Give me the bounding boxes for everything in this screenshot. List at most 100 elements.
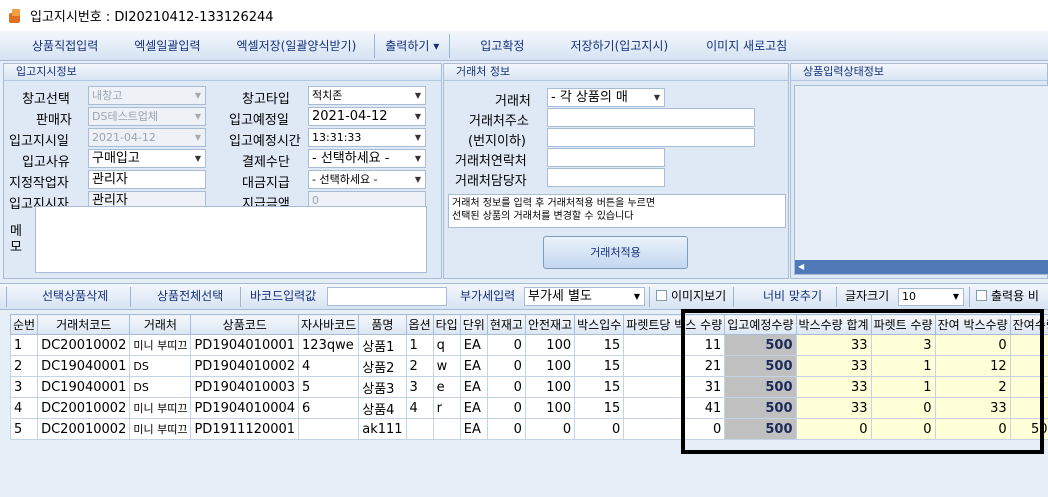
vendor-address-field[interactable] (547, 108, 755, 127)
table-cell[interactable]: 4 (405, 397, 434, 419)
table-cell[interactable]: 4 (9, 397, 39, 419)
table-cell[interactable]: 0 (623, 418, 726, 440)
horizontal-scrollbar[interactable]: ◀ (795, 260, 1048, 274)
table-cell[interactable]: 1 (405, 334, 434, 356)
table-cell[interactable]: 미니 부띠끄 (129, 397, 192, 419)
refresh-images-button[interactable]: 이미지 새로고침 (686, 31, 805, 61)
column-header[interactable]: 타입 (432, 314, 461, 335)
table-cell[interactable]: EA (459, 376, 488, 398)
warehouse-select-dropdown[interactable]: 내창고 ▼ (88, 86, 206, 105)
column-header[interactable]: 자사바코드 (298, 314, 360, 335)
apply-vendor-button[interactable]: 거래처적용 (543, 236, 688, 269)
table-cell[interactable] (298, 418, 360, 440)
vendor-manager-field[interactable] (547, 168, 665, 187)
table-cell[interactable]: 500 (724, 397, 797, 419)
vendor-contact-field[interactable] (547, 148, 665, 167)
table-cell[interactable]: 33 (934, 397, 1011, 419)
table-cell[interactable]: 500 (724, 355, 797, 377)
table-cell[interactable]: 5 (298, 376, 360, 398)
table-cell[interactable]: 12 (934, 355, 1011, 377)
table-cell[interactable]: 0 (486, 418, 526, 440)
reason-dropdown[interactable]: 구매입고 ▼ (88, 149, 206, 168)
table-cell[interactable]: 100 (524, 397, 576, 419)
table-cell[interactable]: 33 (795, 355, 872, 377)
table-cell[interactable]: PD1904010003 (190, 376, 300, 398)
table-cell[interactable]: 0 (486, 376, 526, 398)
table-cell[interactable]: DC19040001 (37, 376, 131, 398)
table-cell[interactable]: 0 (486, 334, 526, 356)
table-cell[interactable]: 0 (574, 418, 625, 440)
memo-textarea[interactable] (35, 206, 427, 273)
column-header[interactable]: 거래처코드 (37, 314, 131, 335)
column-header[interactable]: 현재고 (486, 314, 526, 335)
select-all-button[interactable]: 상품전체선택 (157, 284, 223, 309)
fit-width-button[interactable]: 너비 맞추기 (763, 284, 822, 309)
table-cell[interactable]: 15 (574, 397, 625, 419)
table-cell[interactable]: 5 (1009, 376, 1048, 398)
column-header[interactable]: 상품코드 (190, 314, 300, 335)
barcode-input[interactable] (327, 287, 447, 306)
table-cell[interactable]: 상품3 (358, 376, 407, 398)
table-cell[interactable]: 1 (9, 334, 39, 356)
excel-save-button[interactable]: 엑셀저장(일괄양식받기) (219, 31, 375, 61)
table-cell[interactable]: 123qwe (298, 334, 360, 356)
table-cell[interactable]: EA (459, 397, 488, 419)
table-cell[interactable]: 5 (1009, 397, 1048, 419)
table-cell[interactable]: 500 (1009, 418, 1048, 440)
table-cell[interactable]: EA (459, 418, 488, 440)
order-date-picker[interactable]: 2021-04-12 ▼ (88, 128, 206, 147)
table-cell[interactable]: 21 (623, 355, 726, 377)
table-cell[interactable]: EA (459, 334, 488, 356)
confirm-receiving-button[interactable]: 입고확정 (450, 31, 542, 61)
table-cell[interactable]: w (432, 355, 461, 377)
table-cell[interactable]: DC19040001 (37, 355, 131, 377)
expected-time-picker[interactable]: 13:31:33 ▼ (308, 128, 426, 147)
table-cell[interactable]: 100 (524, 355, 576, 377)
table-cell[interactable]: 5 (1009, 334, 1048, 356)
table-cell[interactable]: 500 (724, 418, 797, 440)
column-header[interactable]: 입고예정수량 (724, 314, 797, 335)
column-header[interactable]: 파렛트당 박스 수량 (623, 314, 726, 335)
table-cell[interactable]: PD1904010001 (190, 334, 300, 356)
table-cell[interactable]: 4 (298, 355, 360, 377)
table-cell[interactable]: 3 (870, 334, 936, 356)
table-cell[interactable]: r (432, 397, 461, 419)
table-cell[interactable]: 0 (795, 418, 872, 440)
print-dropdown-button[interactable]: 출력하기 ▾ (375, 31, 449, 61)
table-cell[interactable]: PD1904010004 (190, 397, 300, 419)
table-cell[interactable]: 0 (486, 397, 526, 419)
table-cell[interactable]: 상품4 (358, 397, 407, 419)
table-cell[interactable]: 33 (795, 376, 872, 398)
payment-method-dropdown[interactable]: - 선택하세요 - ▼ (308, 149, 426, 168)
column-header[interactable]: 파렛트 수량 (870, 314, 936, 335)
table-cell[interactable]: 2 (405, 355, 434, 377)
excel-bulk-input-button[interactable]: 엑셀일괄입력 (116, 31, 218, 61)
print-mode-checkbox[interactable]: 출력용 비 (976, 284, 1039, 309)
table-cell[interactable]: 3 (405, 376, 434, 398)
table-cell[interactable]: EA (459, 355, 488, 377)
direct-product-input-button[interactable]: 상품직접입력 (0, 31, 116, 61)
table-cell[interactable]: e (432, 376, 461, 398)
table-cell[interactable]: 15 (574, 355, 625, 377)
warehouse-type-dropdown[interactable]: 적치존 ▼ (308, 86, 426, 105)
designated-worker-field[interactable]: 관리자 (88, 170, 206, 189)
column-header[interactable]: 잔여 박스수량 (934, 314, 1011, 335)
table-cell[interactable]: 41 (623, 397, 726, 419)
price-payment-dropdown[interactable]: - 선택하세요 - ▼ (308, 170, 426, 189)
table-cell[interactable]: 상품1 (358, 334, 407, 356)
table-cell[interactable]: 2 (934, 376, 1011, 398)
vendor-address2-field[interactable] (547, 128, 755, 147)
table-cell[interactable]: 15 (574, 334, 625, 356)
column-header[interactable]: 거래처 (129, 314, 192, 335)
table-cell[interactable] (432, 418, 461, 440)
column-header[interactable]: 박스수량 합계 (795, 314, 872, 335)
table-cell[interactable]: 5 (9, 418, 39, 440)
table-cell[interactable]: 미니 부띠끄 (129, 418, 192, 440)
font-size-dropdown[interactable]: 10 ▼ (898, 288, 964, 306)
table-cell[interactable]: 100 (524, 376, 576, 398)
table-cell[interactable]: 1 (870, 355, 936, 377)
table-cell[interactable] (405, 418, 434, 440)
table-cell[interactable]: 15 (574, 376, 625, 398)
table-cell[interactable]: 0 (486, 355, 526, 377)
table-cell[interactable]: 0 (934, 418, 1011, 440)
